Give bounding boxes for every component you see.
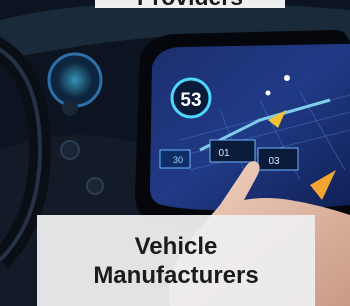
- info-tile-right-text: 03: [268, 156, 280, 167]
- vehicle-image-tile: 53 30 01 03 Providers Vehicle Manufactur…: [0, 0, 350, 306]
- speed-readout: 53: [180, 90, 201, 111]
- caption-box: Vehicle Manufacturers: [37, 215, 315, 306]
- caption-line-2: Manufacturers: [93, 261, 259, 289]
- info-tile-middle-text: 01: [218, 148, 230, 159]
- caption-line-1: Vehicle: [134, 232, 218, 260]
- info-tile-left-text: 30: [173, 155, 183, 165]
- top-label-text: Providers: [137, 0, 243, 9]
- info-tile-middle: [209, 139, 256, 163]
- top-label-banner: Providers: [95, 0, 285, 9]
